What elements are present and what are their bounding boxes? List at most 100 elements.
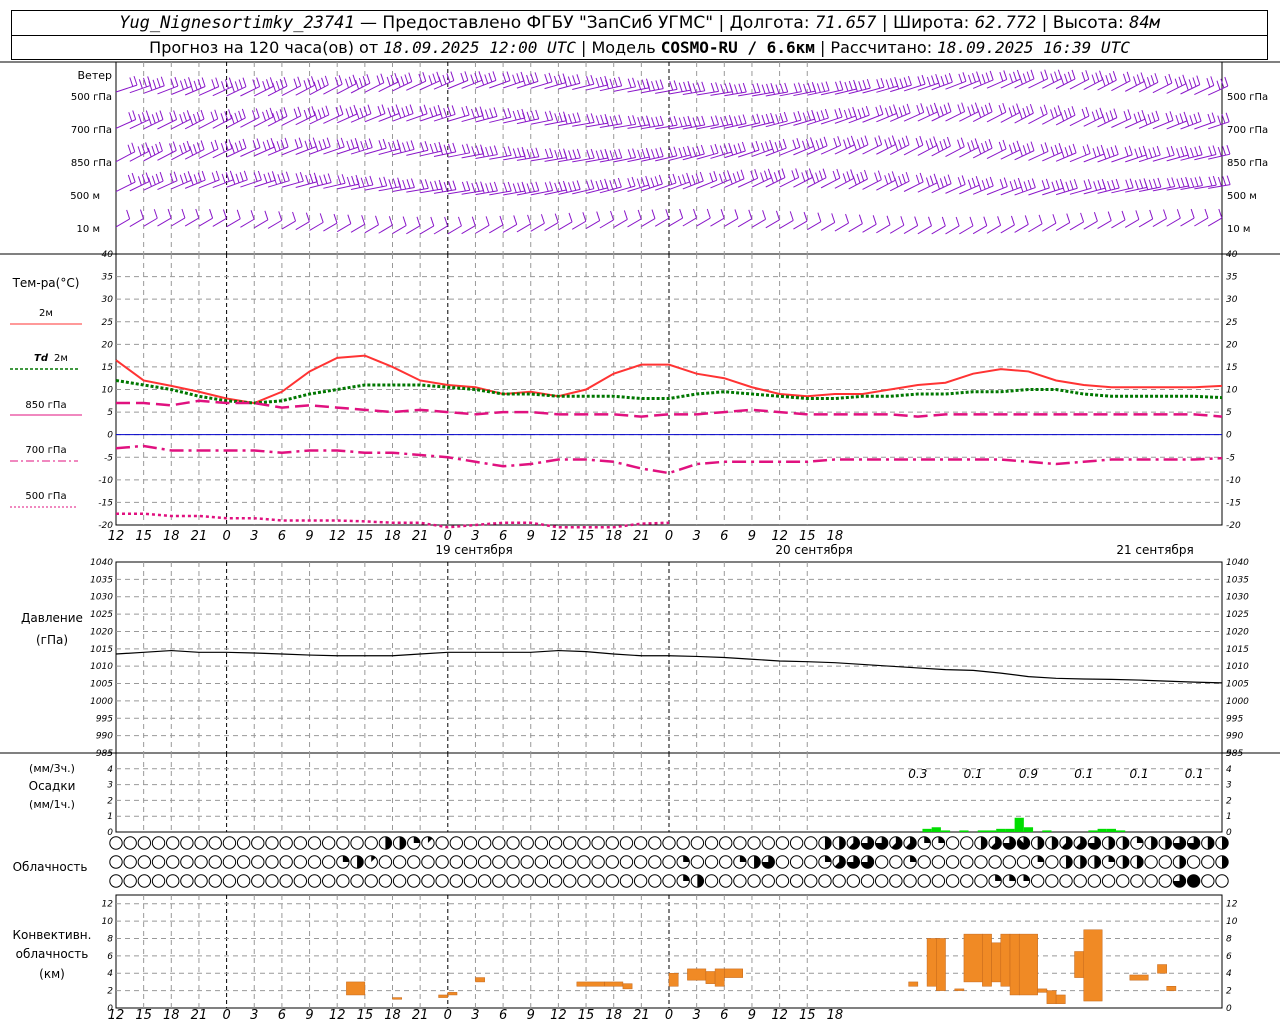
precip-bar bbox=[977, 830, 987, 832]
wind-feather bbox=[522, 112, 527, 122]
wind-barb bbox=[793, 211, 808, 230]
cloud-symbol bbox=[194, 855, 208, 869]
wind-feather bbox=[1111, 179, 1116, 190]
y-tick-label: 1040 bbox=[90, 558, 113, 568]
wind-feather bbox=[1180, 177, 1185, 188]
cloud-circle bbox=[463, 855, 478, 869]
wind-feather bbox=[548, 72, 553, 83]
cloud-circle bbox=[605, 874, 619, 888]
wind-feather bbox=[1179, 113, 1184, 123]
wind-feather bbox=[636, 178, 641, 188]
wind-feather bbox=[1044, 69, 1049, 79]
cloud-circle bbox=[279, 836, 293, 850]
cloud-fill bbox=[739, 855, 747, 862]
wind-feather bbox=[902, 105, 907, 115]
wind-feather bbox=[1155, 110, 1160, 120]
wind-feather bbox=[512, 148, 517, 158]
wind-barb bbox=[475, 107, 498, 123]
wind-barb bbox=[489, 215, 504, 234]
wind-feather bbox=[1003, 70, 1008, 80]
cloud-circle bbox=[180, 836, 194, 850]
wind-feather bbox=[679, 208, 684, 219]
cloud-circle bbox=[633, 855, 648, 869]
wind-feather bbox=[1225, 112, 1230, 122]
wind-staff bbox=[585, 220, 600, 230]
wind-staff bbox=[793, 220, 808, 230]
wind-feather bbox=[151, 175, 156, 185]
wind-feather bbox=[439, 145, 444, 155]
wind-staff bbox=[1083, 220, 1098, 230]
wind-feather bbox=[1022, 145, 1027, 155]
wind-feather bbox=[981, 142, 985, 153]
wind-feather bbox=[872, 215, 877, 225]
wind-feather bbox=[461, 181, 466, 192]
wind-barb bbox=[1138, 145, 1161, 163]
wind-feather bbox=[1072, 143, 1077, 154]
y-tick-label-right: -5 bbox=[1226, 453, 1235, 463]
cloud-symbol bbox=[534, 855, 549, 869]
wind-feather bbox=[737, 143, 742, 153]
wind-feather bbox=[1169, 111, 1174, 121]
cloud-circle bbox=[548, 836, 563, 850]
wind-staff bbox=[226, 218, 241, 228]
cloud-circle bbox=[804, 855, 818, 869]
wind-feather bbox=[319, 175, 324, 185]
cloud-symbol bbox=[123, 855, 137, 869]
wind-barb bbox=[323, 213, 338, 232]
wind-feather bbox=[576, 148, 581, 159]
cloud-symbol bbox=[789, 874, 804, 888]
cloud-symbol bbox=[931, 836, 946, 850]
x-tick-label-bottom: 3 bbox=[250, 1008, 258, 1023]
wind-feather bbox=[345, 78, 349, 88]
y-tick-label-right: 12 bbox=[1226, 900, 1238, 910]
cloud-circle bbox=[1002, 855, 1017, 869]
wind-feather bbox=[898, 175, 903, 186]
cloud-symbol bbox=[988, 874, 1002, 888]
label-wind-500m-right: 500 м bbox=[1227, 191, 1257, 202]
cloud-circle bbox=[704, 855, 719, 869]
y-tick-label: 1020 bbox=[90, 627, 113, 637]
wind-feather bbox=[1224, 76, 1229, 87]
cloud-symbol bbox=[619, 855, 634, 869]
wind-staff bbox=[1194, 217, 1209, 227]
wind-barb bbox=[502, 215, 518, 233]
wind-barb bbox=[337, 137, 359, 155]
x-tick-label-bottom: 3 bbox=[471, 1008, 479, 1023]
wind-feather bbox=[874, 137, 879, 147]
y-tick-label-right: 0 bbox=[1226, 1004, 1232, 1014]
wind-barb bbox=[1042, 143, 1063, 162]
wind-feather bbox=[1151, 112, 1156, 122]
wind-feather bbox=[835, 81, 839, 91]
wind-barb bbox=[544, 73, 567, 90]
cloud-circle bbox=[619, 855, 634, 869]
wind-barb bbox=[171, 77, 192, 95]
cloud-circle bbox=[194, 836, 208, 850]
cloud-fill bbox=[980, 836, 988, 850]
wind-feather bbox=[406, 141, 411, 151]
cloud-symbol bbox=[293, 874, 308, 888]
wind-feather bbox=[257, 170, 262, 181]
wind-feather bbox=[367, 104, 372, 114]
cloud-symbol bbox=[463, 874, 478, 888]
wind-feather bbox=[172, 141, 177, 151]
wind-feather bbox=[613, 115, 618, 125]
cloud-circle bbox=[761, 836, 775, 850]
wind-feather bbox=[544, 148, 549, 159]
cloud-symbol bbox=[477, 874, 492, 888]
wind-feather bbox=[925, 177, 930, 187]
wind-feather bbox=[1222, 176, 1227, 186]
wind-staff bbox=[171, 217, 186, 227]
wind-feather bbox=[388, 179, 393, 189]
wind-feather bbox=[631, 176, 636, 187]
wind-feather bbox=[742, 82, 747, 93]
y-tick-label-right: 990 bbox=[1226, 732, 1243, 742]
wind-feather bbox=[825, 81, 830, 91]
wind-feather bbox=[915, 174, 920, 185]
cloud-circle bbox=[605, 855, 619, 869]
wind-feather bbox=[239, 172, 244, 182]
wind-barb bbox=[613, 148, 637, 163]
wind-staff bbox=[834, 222, 849, 232]
wind-barb bbox=[724, 169, 745, 188]
wind-feather bbox=[1139, 179, 1144, 189]
wind-feather bbox=[1085, 70, 1090, 80]
